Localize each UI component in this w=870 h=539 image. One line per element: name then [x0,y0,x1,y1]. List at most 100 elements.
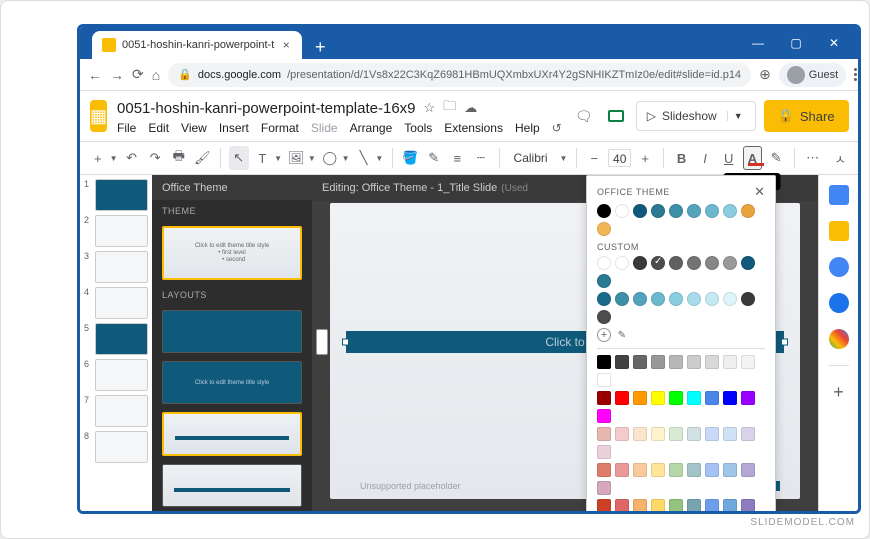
tasks-addon-icon[interactable] [829,257,849,277]
color-swatch[interactable] [597,391,611,405]
color-swatch[interactable] [651,499,665,511]
color-swatch[interactable] [741,256,755,270]
color-swatch[interactable] [723,204,737,218]
color-swatch[interactable] [615,256,629,270]
color-swatch[interactable] [597,481,611,495]
slide-thumb-8[interactable] [95,431,148,463]
color-swatch[interactable] [687,499,701,511]
contacts-addon-icon[interactable] [829,293,849,313]
color-swatch[interactable] [723,427,737,441]
color-swatch[interactable] [723,463,737,477]
shape-tool[interactable]: ◯ [320,146,340,170]
color-swatch[interactable] [705,463,719,477]
slide-thumb-2[interactable] [95,215,148,247]
color-swatch[interactable] [687,256,701,270]
menu-view[interactable]: View [181,121,207,135]
color-swatch[interactable] [633,355,647,369]
hide-menus-button[interactable]: ㅅ [830,146,850,170]
color-swatch[interactable] [687,391,701,405]
more-tools-button[interactable]: ⋯ [803,146,823,170]
line-tool[interactable]: ╲ [354,146,374,170]
color-swatch[interactable] [633,391,647,405]
home-button[interactable]: ⌂ [152,65,160,85]
profile-chip[interactable]: Guest [779,63,846,87]
color-swatch[interactable] [705,256,719,270]
color-swatch[interactable] [615,355,629,369]
minimize-button[interactable]: — [740,29,776,57]
reload-button[interactable]: ⟳ [132,65,144,85]
color-swatch[interactable] [597,499,611,511]
color-swatch[interactable] [651,292,665,306]
color-swatch[interactable] [705,355,719,369]
italic-button[interactable]: I [695,146,715,170]
bold-button[interactable]: B [672,146,692,170]
color-swatch[interactable] [669,355,683,369]
color-swatch[interactable] [741,427,755,441]
increase-font-button[interactable]: + [635,146,655,170]
forward-button[interactable]: → [110,65,124,85]
border-dash-button[interactable]: ┄ [471,146,491,170]
color-swatch[interactable] [741,204,755,218]
underline-button[interactable]: U [719,146,739,170]
color-swatch[interactable] [651,256,665,270]
slide-thumb-1[interactable] [95,179,148,211]
slideshow-dropdown[interactable]: ▼ [727,111,745,121]
color-swatch[interactable] [669,427,683,441]
border-weight-button[interactable]: ≡ [448,146,468,170]
meet-button[interactable] [604,104,628,128]
color-swatch[interactable] [687,427,701,441]
color-swatch[interactable] [597,310,611,324]
url-field[interactable]: 🔒 docs.google.com/presentation/d/1Vs8x22… [168,63,751,87]
menu-extensions[interactable]: Extensions [444,121,503,135]
slideshow-button[interactable]: ▷ Slideshow ▼ [636,101,756,131]
star-icon[interactable]: ☆ [424,100,436,116]
eyedropper-button[interactable]: ✎ [615,328,629,342]
color-swatch[interactable] [741,499,755,511]
color-swatch[interactable] [669,391,683,405]
select-tool[interactable]: ↖ [229,146,249,170]
add-custom-color-button[interactable]: + [597,328,611,342]
menu-help[interactable]: Help [515,121,540,135]
color-swatch[interactable] [687,463,701,477]
color-swatch[interactable] [633,499,647,511]
color-swatch[interactable] [615,499,629,511]
color-swatch[interactable] [723,499,737,511]
fill-color-button[interactable]: 🪣 [400,146,420,170]
color-swatch[interactable] [669,463,683,477]
color-swatch[interactable] [723,292,737,306]
layout-thumb-1[interactable] [162,310,302,353]
install-button[interactable]: ⊕ [759,65,771,85]
text-color-button[interactable]: A Text Color [743,146,763,170]
color-swatch[interactable] [651,463,665,477]
cloud-status-icon[interactable]: ☁ [464,100,477,116]
color-swatch[interactable] [705,499,719,511]
text-dropdown[interactable]: ▼ [274,154,282,163]
color-swatch[interactable] [597,373,611,387]
menu-edit[interactable]: Edit [148,121,169,135]
highlight-color-button[interactable]: ✎ [766,146,786,170]
font-select[interactable]: Calibri [508,151,558,165]
slide-thumb-3[interactable] [95,251,148,283]
last-edit-icon[interactable]: ↺ [552,121,562,135]
resize-handle-left[interactable] [342,339,349,346]
font-dropdown[interactable]: ▼ [560,154,568,163]
image-dropdown[interactable]: ▼ [308,154,316,163]
color-swatch[interactable] [615,463,629,477]
get-addons-button[interactable]: + [833,382,844,403]
color-swatch[interactable] [651,355,665,369]
color-swatch[interactable] [597,204,611,218]
text-box-tool[interactable]: T [253,146,273,170]
color-swatch[interactable] [687,355,701,369]
color-swatch[interactable] [633,256,647,270]
color-swatch[interactable] [651,391,665,405]
image-tool[interactable]: 🖼 [286,146,306,170]
new-tab-button[interactable]: + [308,35,332,59]
slide-thumb-6[interactable] [95,359,148,391]
new-slide-button[interactable]: + [88,146,108,170]
color-swatch[interactable] [633,292,647,306]
menu-file[interactable]: File [117,121,136,135]
doc-title[interactable]: 0051-hoshin-kanri-powerpoint-template-16… [117,100,416,117]
color-swatch[interactable] [633,463,647,477]
border-color-button[interactable]: ✎ [424,146,444,170]
slide-thumb-7[interactable] [95,395,148,427]
